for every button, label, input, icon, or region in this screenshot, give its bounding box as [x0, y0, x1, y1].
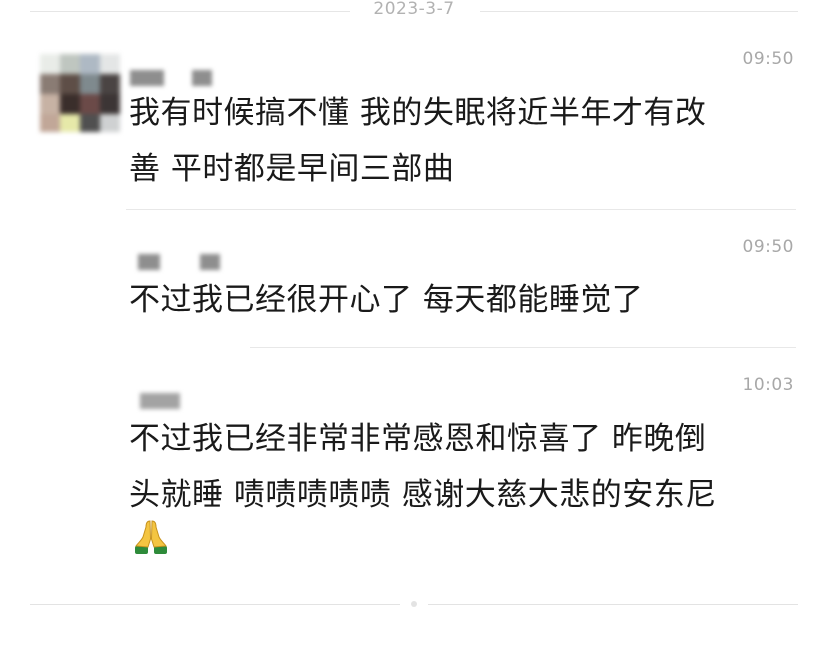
message-text[interactable]: 我有时候搞不懂 我的失眠将近半年才有改 善 平时都是早间三部曲 — [129, 85, 791, 197]
folded-hands-emoji-icon — [135, 520, 167, 554]
bottom-divider-dot — [411, 601, 417, 607]
message-divider — [126, 209, 796, 210]
message-text[interactable]: 不过我已经非常非常感恩和惊喜了 昨晚倒 头就睡 啧啧啧啧啧 感谢大慈大悲的安东尼 — [129, 411, 791, 523]
date-separator: 2023-3-7 — [0, 0, 828, 26]
message-text-line: 善 平时都是早间三部曲 — [129, 151, 455, 187]
message-text[interactable]: 不过我已经很开心了 每天都能睡觉了 — [129, 272, 791, 328]
message-timestamp: 09:50 — [742, 237, 794, 257]
avatar[interactable] — [40, 54, 120, 132]
sender-name-blurred — [138, 254, 228, 270]
sender-name-blurred — [130, 70, 220, 86]
message-timestamp: 09:50 — [742, 49, 794, 69]
date-separator-text: 2023-3-7 — [373, 0, 455, 19]
message-text-line: 不过我已经非常非常感恩和惊喜了 昨晚倒 — [129, 421, 707, 457]
message-text-line: 不过我已经很开心了 每天都能睡觉了 — [129, 282, 644, 318]
message-text-line: 头就睡 啧啧啧啧啧 感谢大慈大悲的安东尼 — [129, 477, 717, 513]
date-separator-line-right — [480, 11, 798, 12]
sender-name-blurred — [140, 393, 190, 409]
bottom-divider-right — [428, 604, 798, 605]
message-timestamp: 10:03 — [742, 375, 794, 395]
message-text-line: 我有时候搞不懂 我的失眠将近半年才有改 — [129, 95, 707, 131]
bottom-divider-left — [30, 604, 400, 605]
message-divider — [250, 347, 796, 348]
